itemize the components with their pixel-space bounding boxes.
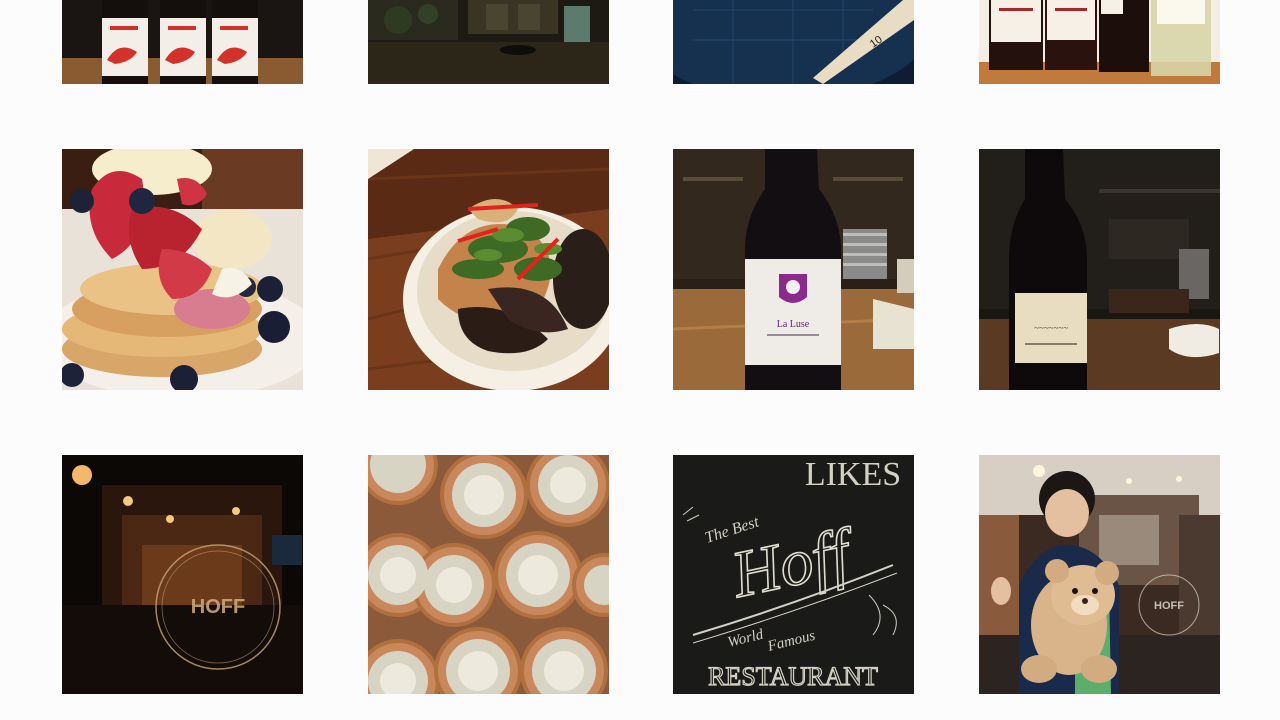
- mussel-salad-photo: [368, 149, 609, 390]
- red-label-wine-bottles-photo: [62, 0, 303, 84]
- boy-teddy-bear-photo: HOFF: [979, 455, 1220, 694]
- photo-tile-chalkboard-hoff-sign[interactable]: LIKES The Best Hoff World Famous RESTAUR…: [673, 455, 914, 694]
- photo-tile-wine-bottle-lineup[interactable]: [979, 0, 1220, 84]
- hoff-watermark-logo: HOFF: [1154, 600, 1184, 612]
- svg-text:~~~~~~~: ~~~~~~~: [1034, 323, 1068, 333]
- photo-tile-dark-wine-bottle-bar[interactable]: ~~~~~~~: [979, 149, 1220, 390]
- blue-barrel-clock-photo: 10: [673, 0, 914, 84]
- wine-bottle-lineup-photo: [979, 0, 1220, 84]
- photo-tile-blue-barrel-clock[interactable]: 10: [673, 0, 914, 84]
- chalk-likes-text: LIKES: [805, 456, 901, 493]
- photo-tile-red-label-wine-bottles[interactable]: [62, 0, 303, 84]
- hoff-window-logo: HOFF: [191, 596, 245, 618]
- hoff-window-photo: HOFF: [62, 455, 303, 694]
- photo-tile-glass-jars-grid[interactable]: [368, 455, 609, 694]
- photo-tile-la-luse-wine-bottle[interactable]: La Luse: [673, 149, 914, 390]
- photo-tile-hoff-restaurant-window[interactable]: HOFF: [62, 455, 303, 694]
- photo-tile-rainy-storefront-night[interactable]: [368, 0, 609, 84]
- la-luse-wine-photo: La Luse: [673, 149, 914, 390]
- chalk-restaurant-text: RESTAURANT: [708, 662, 878, 691]
- rainy-storefront-photo: [368, 0, 609, 84]
- chalkboard-photo: LIKES The Best Hoff World Famous RESTAUR…: [673, 455, 914, 694]
- glass-jars-photo: [368, 455, 609, 694]
- photo-tile-berry-pancake-stack[interactable]: [62, 149, 303, 390]
- photo-tile-mussel-salad-plate[interactable]: [368, 149, 609, 390]
- wine-label-text: La Luse: [777, 319, 810, 330]
- berry-pancake-photo: [62, 149, 303, 390]
- dark-wine-bar-photo: ~~~~~~~: [979, 149, 1220, 390]
- photo-tile-boy-with-teddy-bear[interactable]: HOFF: [979, 455, 1220, 694]
